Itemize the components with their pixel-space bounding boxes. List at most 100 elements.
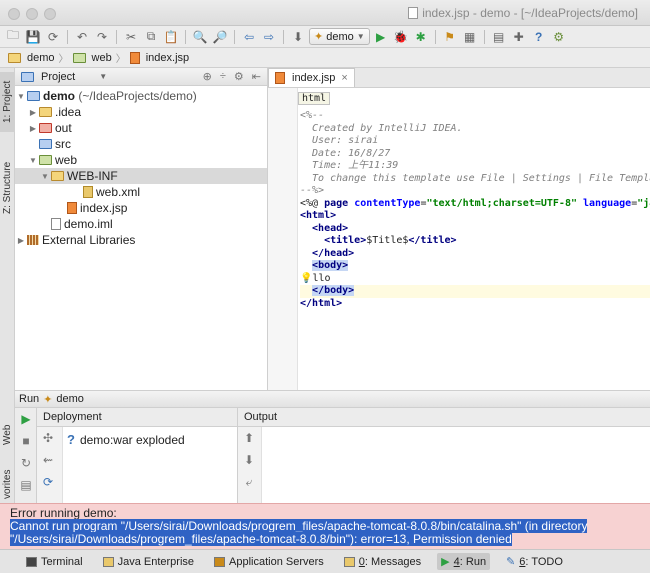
tab-indexjsp[interactable]: index.jsp × <box>268 68 355 87</box>
find-icon[interactable]: 🔍 <box>191 28 209 46</box>
terminal-icon <box>26 556 37 567</box>
main-toolbar: 🗀 💾 ⟳ ↶ ↷ ✂ ⧉ 📋 🔍 🔎 ⇦ ⇨ ⬇ ✦ demo ▼ ▶ 🐞 ✱… <box>0 26 650 48</box>
tab-terminal[interactable]: Terminal <box>22 554 87 570</box>
toolbar-separator <box>434 29 436 44</box>
expanded-arrow-icon[interactable]: ▼ <box>39 172 51 181</box>
toolbar-separator <box>116 29 117 44</box>
plugin-icon[interactable]: ⚙ <box>550 28 568 46</box>
sdk-icon[interactable]: ▤ <box>490 28 508 46</box>
zoom-window-button[interactable] <box>44 8 56 20</box>
deploy-icon[interactable]: ✣ <box>37 427 59 449</box>
expanded-arrow-icon[interactable]: ▼ <box>27 156 39 165</box>
project-structure-icon[interactable]: ▦ <box>461 28 479 46</box>
back-icon[interactable]: ⇦ <box>240 28 258 46</box>
sync-icon[interactable]: ⟳ <box>37 471 59 493</box>
code-line: </head> <box>300 247 355 259</box>
xml-file-icon <box>83 186 93 198</box>
tree-node-demoiml[interactable]: demo.iml <box>15 216 267 232</box>
tab-structure[interactable]: Z: Structure <box>0 148 15 228</box>
editor-panel: index.jsp × html <%-- Created by Intelli… <box>268 68 650 390</box>
tree-node-out[interactable]: ▶ out <box>15 120 267 136</box>
breadcrumb-web[interactable]: web <box>69 52 116 64</box>
tab-run[interactable]: ▶ 4: Run <box>437 553 491 570</box>
tab-web[interactable]: Web <box>0 418 15 452</box>
minimize-window-button[interactable] <box>26 8 38 20</box>
paste-icon[interactable]: 📋 <box>162 28 180 46</box>
collapse-icon[interactable]: ÷ <box>220 70 226 83</box>
stop-icon[interactable]: ■ <box>15 430 37 452</box>
bulb-icon[interactable]: 💡 <box>300 273 312 284</box>
output-header: Output <box>238 408 650 427</box>
sync-icon[interactable]: ⟳ <box>44 28 62 46</box>
run-icon[interactable]: ▶ <box>372 28 390 46</box>
collapsed-arrow-icon[interactable]: ▶ <box>27 108 39 117</box>
replace-icon[interactable]: 🔎 <box>211 28 229 46</box>
vcs-icon[interactable]: ⚑ <box>441 28 459 46</box>
cut-icon[interactable]: ✂ <box>122 28 140 46</box>
scroll-up-icon[interactable]: ⬆ <box>238 427 260 449</box>
excluded-folder-icon <box>39 123 52 133</box>
undeploy-icon[interactable]: ⇜ <box>37 449 59 471</box>
project-panel: Project ▼ ⊕ ÷ ⚙ ⇤ ▼ demo (~/IdeaProjects… <box>15 68 268 390</box>
tree-node-external-libraries[interactable]: ▶ External Libraries <box>15 232 267 248</box>
tree-node-demo[interactable]: ▼ demo (~/IdeaProjects/demo) <box>15 88 267 104</box>
expanded-arrow-icon[interactable]: ▼ <box>15 92 27 101</box>
run-config-dropdown[interactable]: ✦ demo ▼ <box>309 28 370 45</box>
save-icon[interactable]: 💾 <box>24 28 42 46</box>
tree-node-webinf[interactable]: ▼ WEB-INF <box>15 168 267 184</box>
copy-icon[interactable]: ⧉ <box>142 28 160 46</box>
tree-node-web[interactable]: ▼ web <box>15 152 267 168</box>
collapsed-arrow-icon[interactable]: ▶ <box>27 124 39 133</box>
tree-node-indexjsp[interactable]: index.jsp <box>15 200 267 216</box>
chevron-down-icon[interactable]: ▼ <box>99 72 107 81</box>
close-window-button[interactable] <box>8 8 20 20</box>
coverage-icon[interactable]: ✱ <box>412 28 430 46</box>
close-icon[interactable]: × <box>341 72 347 84</box>
scroll-down-icon[interactable]: ⬇ <box>238 449 260 471</box>
rerun-icon[interactable]: ↻ <box>15 452 37 474</box>
run-icon[interactable]: ▶ <box>15 408 37 430</box>
gear-icon[interactable]: ⚙ <box>234 70 244 83</box>
editor-gutter[interactable] <box>268 88 298 390</box>
tab-favorites[interactable]: vorites <box>0 466 15 502</box>
layout-icon[interactable]: ▤ <box>15 474 37 496</box>
collapsed-arrow-icon[interactable]: ▶ <box>15 236 27 245</box>
project-view-selector[interactable]: Project <box>41 71 75 83</box>
tree-node-webxml[interactable]: web.xml <box>15 184 267 200</box>
breadcrumb-indexjsp[interactable]: index.jsp <box>126 51 193 64</box>
run-config-tab[interactable]: demo <box>56 393 84 405</box>
hide-icon[interactable]: ⇤ <box>252 70 261 83</box>
jsp-file-icon <box>275 72 285 84</box>
code-line: 💡llo <box>300 272 331 284</box>
debug-icon[interactable]: 🐞 <box>392 28 410 46</box>
help-icon[interactable]: ? <box>530 28 548 46</box>
tree-node-src[interactable]: src <box>15 136 267 152</box>
editor-tabs: index.jsp × <box>268 68 650 88</box>
title-bar: index.jsp - demo - [~/IdeaProjects/demo] <box>0 0 650 26</box>
tab-project[interactable]: 1: Project <box>0 72 15 132</box>
open-folder-icon[interactable]: 🗀 <box>4 28 22 46</box>
android-icon[interactable]: ✚ <box>510 28 528 46</box>
code-area[interactable]: <%-- Created by IntelliJ IDEA. User: sir… <box>300 88 650 390</box>
code-line: To change this template use File | Setti… <box>300 172 650 184</box>
tab-messages[interactable]: 0: Messages <box>340 554 425 570</box>
undo-icon[interactable]: ↶ <box>73 28 91 46</box>
question-icon: ? <box>67 432 75 447</box>
error-banner: Error running demo: Cannot run program "… <box>0 503 650 549</box>
wrap-icon[interactable]: ⤶ <box>238 471 260 493</box>
project-icon <box>21 71 34 82</box>
build-icon[interactable]: ⬇ <box>289 28 307 46</box>
project-tree: ▼ demo (~/IdeaProjects/demo) ▶ .idea ▶ o… <box>15 86 267 248</box>
tab-todo[interactable]: ✎ 6: TODO <box>502 553 567 570</box>
jsp-file-icon <box>129 51 140 64</box>
target-icon[interactable]: ⊕ <box>203 70 212 83</box>
tree-node-idea[interactable]: ▶ .idea <box>15 104 267 120</box>
tab-java-enterprise[interactable]: Java Enterprise <box>99 554 198 570</box>
breadcrumb-demo[interactable]: demo <box>4 52 59 64</box>
redo-icon[interactable]: ↷ <box>93 28 111 46</box>
messages-icon <box>343 556 355 567</box>
forward-icon[interactable]: ⇨ <box>260 28 278 46</box>
code-line: User: sirai <box>300 135 379 146</box>
deployment-item[interactable]: ? demo:war exploded <box>67 432 185 447</box>
tab-application-servers[interactable]: Application Servers <box>210 554 328 570</box>
